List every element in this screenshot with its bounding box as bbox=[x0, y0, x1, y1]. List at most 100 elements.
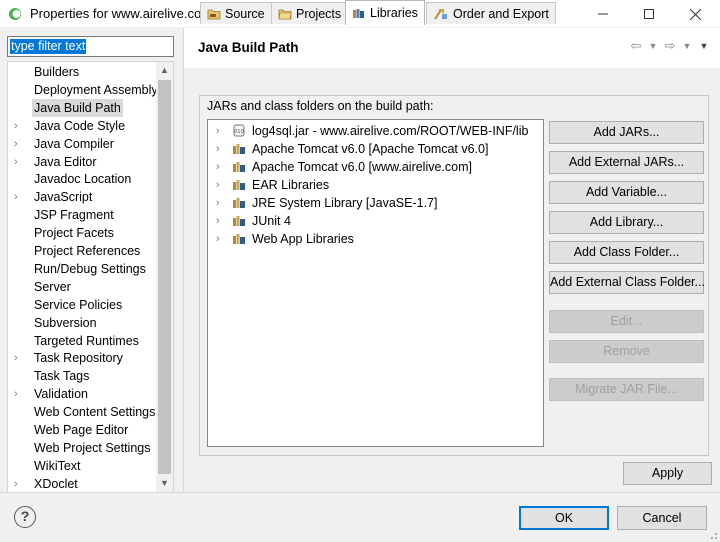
library-entry-label: Web App Libraries bbox=[252, 232, 354, 246]
expand-chevron-icon[interactable]: › bbox=[216, 122, 220, 140]
maximize-button[interactable] bbox=[626, 0, 672, 28]
tab-source-label: Source bbox=[225, 6, 265, 21]
tree-item[interactable]: Targeted Runtimes bbox=[8, 332, 158, 350]
scroll-thumb[interactable] bbox=[158, 80, 171, 474]
scroll-down-arrow-icon[interactable]: ▼ bbox=[156, 475, 173, 492]
tree-item-label: Run/Debug Settings bbox=[34, 261, 146, 276]
expand-chevron-icon[interactable]: › bbox=[14, 153, 26, 171]
back-arrow-icon[interactable]: ⇦ bbox=[628, 38, 644, 54]
tree-item-label: Java Compiler bbox=[34, 136, 114, 151]
tree-item-label: Builders bbox=[34, 65, 80, 79]
tab-order-export[interactable]: Order and Export bbox=[426, 2, 556, 24]
libraries-icon bbox=[353, 9, 364, 18]
add-external-class-folder-button[interactable]: Add External Class Folder... bbox=[549, 271, 705, 294]
tab-source[interactable]: Source bbox=[200, 2, 272, 24]
tree-item[interactable]: Service Policies bbox=[8, 296, 158, 314]
tree-item-label: WikiText bbox=[34, 458, 81, 473]
tree-item-label: Web Content Settings bbox=[34, 405, 156, 420]
jar-icon: 010 bbox=[233, 124, 245, 137]
tree-item[interactable]: Project References bbox=[8, 242, 158, 260]
tree-item-label: Deployment Assembly bbox=[34, 82, 158, 97]
tree-item[interactable]: › XDoclet bbox=[8, 475, 158, 492]
ok-button[interactable]: OK bbox=[519, 506, 609, 530]
tree-item[interactable]: Builders bbox=[8, 63, 158, 81]
expand-chevron-icon[interactable]: › bbox=[14, 135, 26, 153]
tab-libraries[interactable]: Libraries bbox=[345, 0, 425, 25]
tree-item[interactable]: JSP Fragment bbox=[8, 206, 158, 224]
add-class-folder-button[interactable]: Add Class Folder... bbox=[549, 241, 704, 264]
add-jars-button[interactable]: Add JARs... bbox=[549, 121, 704, 144]
tree-item[interactable]: Javadoc Location bbox=[8, 170, 158, 188]
minimize-button[interactable] bbox=[580, 0, 626, 28]
expand-chevron-icon[interactable]: › bbox=[216, 158, 220, 176]
tree-item[interactable]: Web Page Editor bbox=[8, 421, 158, 439]
view-menu-icon[interactable]: ▼ bbox=[696, 38, 712, 54]
tree-item[interactable]: › JavaScript bbox=[8, 188, 158, 206]
library-entry-label: JRE System Library [JavaSE-1.7] bbox=[252, 196, 438, 210]
tree-item-label: Java Editor bbox=[34, 154, 97, 169]
tree-scrollbar[interactable]: ▲ ▼ bbox=[156, 62, 173, 492]
scroll-up-arrow-icon[interactable]: ▲ bbox=[156, 62, 173, 79]
tree-item-label: Web Page Editor bbox=[34, 423, 129, 437]
tab-projects[interactable]: Projects bbox=[271, 2, 349, 24]
tree-item[interactable]: Deployment Assembly bbox=[8, 81, 158, 99]
tree-item-label: Targeted Runtimes bbox=[34, 333, 139, 348]
tree-item[interactable]: › Java Compiler bbox=[8, 135, 158, 153]
remove-button[interactable]: Remove bbox=[549, 340, 704, 363]
forward-arrow-icon[interactable]: ⇨ bbox=[662, 38, 678, 54]
tree-item[interactable]: › Java Code Style bbox=[8, 117, 158, 135]
expand-chevron-icon[interactable]: › bbox=[216, 212, 220, 230]
svg-text:010: 010 bbox=[234, 129, 244, 135]
filter-input[interactable] bbox=[7, 36, 174, 57]
tree-item[interactable]: WikiText bbox=[8, 457, 158, 475]
tree-item[interactable]: Web Content Settings bbox=[8, 403, 158, 421]
minimize-icon bbox=[598, 13, 608, 15]
help-icon[interactable]: ? bbox=[14, 506, 36, 528]
tree-item-label: JSP Fragment bbox=[34, 208, 114, 223]
library-icon bbox=[233, 216, 245, 226]
expand-chevron-icon[interactable]: › bbox=[14, 349, 26, 367]
tree-item[interactable]: Web Project Settings bbox=[8, 439, 158, 457]
library-icon bbox=[233, 180, 245, 190]
tree-item-label: Server bbox=[34, 279, 71, 294]
resize-grip-icon[interactable] bbox=[708, 530, 718, 540]
expand-chevron-icon[interactable]: › bbox=[216, 176, 220, 194]
migrate-jar-button[interactable]: Migrate JAR File... bbox=[549, 378, 704, 401]
expand-chevron-icon[interactable]: › bbox=[216, 194, 220, 212]
tree-item-label: Project Facets bbox=[34, 226, 114, 241]
forward-menu-chevron-icon[interactable]: ▼ bbox=[682, 38, 692, 54]
cancel-button[interactable]: Cancel bbox=[617, 506, 707, 530]
tree-item[interactable]: Project Facets bbox=[8, 224, 158, 242]
tree-item-label: XDoclet bbox=[34, 476, 78, 491]
back-menu-chevron-icon[interactable]: ▼ bbox=[648, 38, 658, 54]
tree-item-label: Validation bbox=[34, 387, 88, 402]
add-external-jars-button[interactable]: Add External JARs... bbox=[549, 151, 704, 174]
tree-item[interactable]: Subversion bbox=[8, 314, 158, 332]
add-library-button[interactable]: Add Library... bbox=[549, 211, 704, 234]
panel-divider[interactable] bbox=[183, 28, 184, 492]
tree-item[interactable]: › Java Editor bbox=[8, 153, 158, 171]
edit-button[interactable]: Edit... bbox=[549, 310, 704, 333]
tree-item[interactable]: Java Build Path bbox=[8, 98, 158, 117]
tree-item-label: Java Code Style bbox=[34, 118, 126, 133]
tree-item[interactable]: Run/Debug Settings bbox=[8, 260, 158, 278]
tree-item-label: Web Project Settings bbox=[34, 440, 151, 455]
close-button[interactable] bbox=[672, 0, 718, 28]
expand-chevron-icon[interactable]: › bbox=[14, 475, 26, 492]
expand-chevron-icon[interactable]: › bbox=[216, 140, 220, 158]
tree-item[interactable]: Task Tags bbox=[8, 367, 158, 385]
eclipse-app-icon bbox=[9, 8, 21, 20]
page-header: Java Build Path ⇦ ▼ ⇨ ▼ ▼ bbox=[184, 28, 720, 68]
tree-item[interactable]: Server bbox=[8, 278, 158, 296]
expand-chevron-icon[interactable]: › bbox=[216, 230, 220, 248]
add-variable-button[interactable]: Add Variable... bbox=[549, 181, 704, 204]
expand-chevron-icon[interactable]: › bbox=[14, 188, 26, 206]
tree-item[interactable]: › Validation bbox=[8, 385, 158, 403]
expand-chevron-icon[interactable]: › bbox=[14, 385, 26, 403]
apply-button[interactable]: Apply bbox=[623, 462, 712, 485]
library-icon bbox=[233, 162, 245, 172]
library-icon bbox=[233, 198, 245, 208]
tree-item[interactable]: › Task Repository bbox=[8, 349, 158, 367]
library-list: › 010 log4sql.jar - www.airelive.com/ROOT/… bbox=[207, 119, 544, 447]
expand-chevron-icon[interactable]: › bbox=[14, 117, 26, 135]
